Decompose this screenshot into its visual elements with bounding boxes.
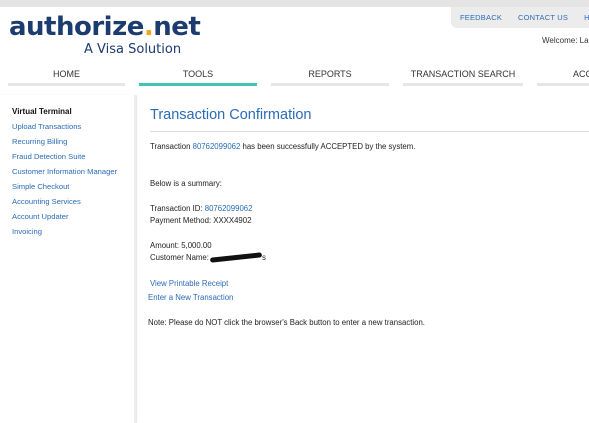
logo-tagline: A Visa Solution bbox=[84, 42, 182, 57]
help-link[interactable]: H bbox=[576, 13, 589, 22]
tab-transaction-search[interactable]: TRANSACTION SEARCH bbox=[403, 66, 523, 86]
utility-links: FEEDBACK CONTACT US H bbox=[451, 7, 589, 28]
view-printable-receipt-link[interactable]: View Printable Receipt bbox=[150, 279, 228, 288]
customer-name-row: Customer Name: s bbox=[150, 252, 266, 264]
sidebar-menu: Upload Transactions Recurring Billing Fr… bbox=[12, 122, 127, 242]
sidebar-item-recurring-billing[interactable]: Recurring Billing bbox=[12, 137, 127, 146]
summary-intro: Below is a summary: bbox=[150, 179, 222, 188]
tab-home[interactable]: HOME bbox=[8, 66, 125, 86]
sidebar-item-invoicing[interactable]: Invoicing bbox=[12, 227, 127, 236]
sidebar-heading-virtual-terminal[interactable]: Virtual Terminal bbox=[12, 107, 72, 116]
main-nav: HOME TOOLS REPORTS TRANSACTION SEARCH AC… bbox=[0, 66, 589, 86]
tab-tools[interactable]: TOOLS bbox=[139, 66, 257, 86]
sidebar-item-accounting-services[interactable]: Accounting Services bbox=[12, 197, 127, 206]
sidebar-item-upload-transactions[interactable]: Upload Transactions bbox=[12, 122, 127, 131]
tab-account[interactable]: ACC bbox=[537, 66, 589, 86]
tools-sidebar: Virtual Terminal Upload Transactions Rec… bbox=[0, 95, 136, 423]
payment-method-row: Payment Method: XXXX4902 bbox=[150, 216, 252, 225]
transaction-id-link[interactable]: 80762099062 bbox=[193, 142, 241, 151]
redaction-mark bbox=[209, 252, 263, 264]
feedback-link[interactable]: FEEDBACK bbox=[452, 13, 510, 22]
sidebar-item-customer-information-manager[interactable]: Customer Information Manager bbox=[12, 167, 127, 176]
back-button-note: Note: Please do NOT click the browser's … bbox=[148, 318, 425, 327]
confirmation-message: Transaction 80762099062 has been success… bbox=[150, 142, 416, 151]
amount-row: Amount: 5,000.00 bbox=[150, 241, 212, 250]
welcome-text: Welcome: La bbox=[542, 36, 589, 45]
transaction-id-row: Transaction ID: 80762099062 bbox=[150, 204, 253, 213]
top-strip bbox=[0, 0, 589, 7]
contact-us-link[interactable]: CONTACT US bbox=[510, 13, 576, 22]
summary-transaction-id-link[interactable]: 80762099062 bbox=[205, 204, 253, 213]
authorize-net-logo[interactable]: authorize.net A Visa Solution bbox=[9, 12, 201, 57]
sidebar-item-fraud-detection-suite[interactable]: Fraud Detection Suite bbox=[12, 152, 127, 161]
logo-wordmark: authorize.net bbox=[9, 12, 201, 42]
tab-reports[interactable]: REPORTS bbox=[271, 66, 389, 86]
sidebar-item-account-updater[interactable]: Account Updater bbox=[12, 212, 127, 221]
title-divider bbox=[150, 131, 589, 132]
sidebar-item-simple-checkout[interactable]: Simple Checkout bbox=[12, 182, 127, 191]
page-title: Transaction Confirmation bbox=[150, 107, 312, 123]
enter-new-transaction-link[interactable]: Enter a New Transaction bbox=[148, 293, 233, 302]
